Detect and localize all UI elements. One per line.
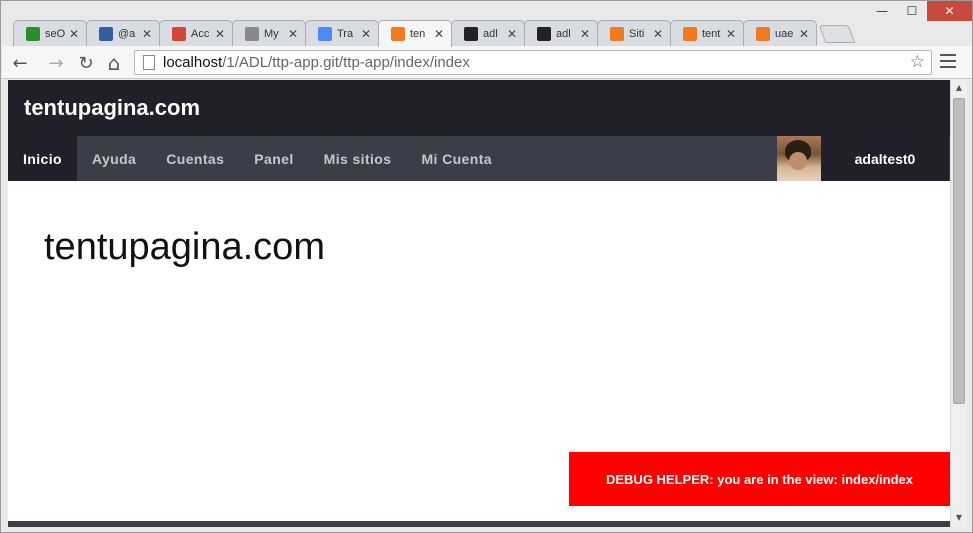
browser-tab[interactable]: seO ✕ — [13, 20, 87, 46]
browser-tab[interactable]: ten ✕ — [378, 20, 452, 47]
xampp-favicon-icon — [391, 27, 405, 41]
browser-tab[interactable]: Acc ✕ — [159, 20, 233, 46]
maximize-button[interactable]: ☐ — [897, 1, 927, 21]
tab-strip: seO ✕ @a ✕ Acc ✕ My ✕ Tra ✕ ten ✕ adl ✕ adl ✕ Siti ✕ tent ✕… — [13, 20, 856, 47]
scroll-thumb[interactable] — [953, 98, 965, 404]
nav-item[interactable]: Inicio — [8, 136, 77, 181]
browser-window: — ☐ ✕ seO ✕ @a ✕ Acc ✕ My ✕ Tra ✕ ten ✕ adl ✕ adl ✕ Siti… — [0, 0, 973, 533]
tab-close-icon[interactable]: ✕ — [798, 27, 810, 41]
debug-helper-banner: DEBUG HELPER: you are in the view: index… — [569, 452, 950, 506]
user-avatar[interactable] — [777, 136, 821, 181]
new-tab-button[interactable] — [818, 25, 856, 43]
reload-icon[interactable]: ↻ — [74, 51, 98, 75]
tab-label: My — [264, 27, 279, 40]
tab-label: adl — [483, 27, 498, 40]
site-header: tentupagina.com — [8, 80, 950, 136]
tab-label: uae — [775, 27, 794, 40]
browser-tab[interactable]: My ✕ — [232, 20, 306, 46]
nav-item[interactable]: Ayuda — [77, 136, 151, 181]
scroll-up-icon[interactable]: ▲ — [951, 80, 967, 96]
nav-username[interactable]: adaltest0 — [821, 136, 949, 181]
window-controls: — ☐ ✕ — [867, 1, 972, 23]
browser-tab[interactable]: uae ✕ — [743, 20, 817, 46]
close-window-button[interactable]: ✕ — [927, 1, 972, 21]
tab-close-icon[interactable]: ✕ — [506, 27, 518, 41]
github-favicon-icon — [464, 26, 478, 41]
site-nav: Inicio Ayuda Cuentas Panel Mis sitios Mi Cuen… — [8, 136, 950, 181]
tab-label: @a — [118, 27, 136, 40]
hamburger-menu-icon[interactable] — [940, 54, 956, 72]
browser-tab[interactable]: adl ✕ — [451, 20, 525, 46]
tab-label: Siti — [629, 27, 645, 40]
forward-icon[interactable]: → — [44, 51, 68, 75]
tab-close-icon[interactable]: ✕ — [68, 27, 80, 41]
tab-close-icon[interactable]: ✕ — [433, 27, 445, 41]
nav-item[interactable]: Panel — [239, 136, 308, 181]
browser-tab[interactable]: tent ✕ — [670, 20, 744, 46]
xampp-favicon-icon — [756, 26, 770, 41]
tweetdeck-favicon-icon — [99, 26, 113, 41]
browser-tab[interactable]: Tra ✕ — [305, 20, 379, 46]
nav-item[interactable]: Mi Cuenta — [406, 136, 507, 181]
minimize-button[interactable]: — — [867, 1, 897, 21]
tab-label: adl — [556, 27, 571, 40]
url-path: /1/ADL/ttp-app.git/ttp-app/index/index — [222, 54, 470, 71]
nav-item[interactable]: Mis sitios — [309, 136, 407, 181]
scroll-down-icon[interactable]: ▼ — [951, 510, 967, 526]
tab-close-icon[interactable]: ✕ — [141, 27, 153, 41]
tab-close-icon[interactable]: ✕ — [579, 27, 591, 41]
address-bar[interactable]: localhost /1/ADL/ttp-app.git/ttp-app/ind… — [134, 50, 932, 75]
tab-close-icon[interactable]: ✕ — [360, 27, 372, 41]
translate-favicon-icon — [318, 26, 332, 41]
browser-tab[interactable]: adl ✕ — [524, 20, 598, 46]
page-icon — [143, 55, 155, 70]
page-heading: tentupagina.com — [44, 226, 325, 268]
tab-close-icon[interactable]: ✕ — [214, 27, 226, 41]
url-host: localhost — [163, 54, 223, 71]
footer-bar — [8, 521, 950, 527]
back-icon[interactable]: ← — [8, 51, 32, 75]
nav-item[interactable]: Cuentas — [151, 136, 239, 181]
tab-label: ten — [410, 28, 426, 40]
tab-close-icon[interactable]: ✕ — [652, 27, 664, 41]
tab-close-icon[interactable]: ✕ — [287, 27, 299, 41]
xampp-favicon-icon — [683, 26, 697, 41]
tab-label: Acc — [191, 27, 210, 40]
browser-tab[interactable]: @a ✕ — [86, 20, 160, 46]
tab-close-icon[interactable]: ✕ — [725, 27, 737, 41]
blank-page-favicon-icon — [245, 26, 259, 41]
xampp-favicon-icon — [610, 26, 624, 41]
gmail-favicon-icon — [172, 26, 186, 41]
page-viewport: tentupagina.com Inicio Ayuda Cuentas Panel M… — [8, 80, 950, 527]
github-favicon-icon — [537, 26, 551, 41]
chart-favicon-icon — [26, 26, 40, 41]
bookmark-star-icon[interactable]: ☆ — [910, 52, 925, 72]
tab-label: seO — [45, 27, 66, 40]
browser-tab[interactable]: Siti ✕ — [597, 20, 671, 46]
tab-label: tent — [702, 27, 721, 40]
tab-label: Tra — [337, 27, 354, 40]
vertical-scrollbar[interactable]: ▲ ▼ — [950, 80, 967, 527]
home-icon[interactable]: ⌂ — [102, 51, 126, 75]
browser-toolbar: ← → ↻ ⌂ localhost /1/ADL/ttp-app.git/ttp… — [2, 46, 972, 79]
site-title[interactable]: tentupagina.com — [24, 95, 200, 121]
